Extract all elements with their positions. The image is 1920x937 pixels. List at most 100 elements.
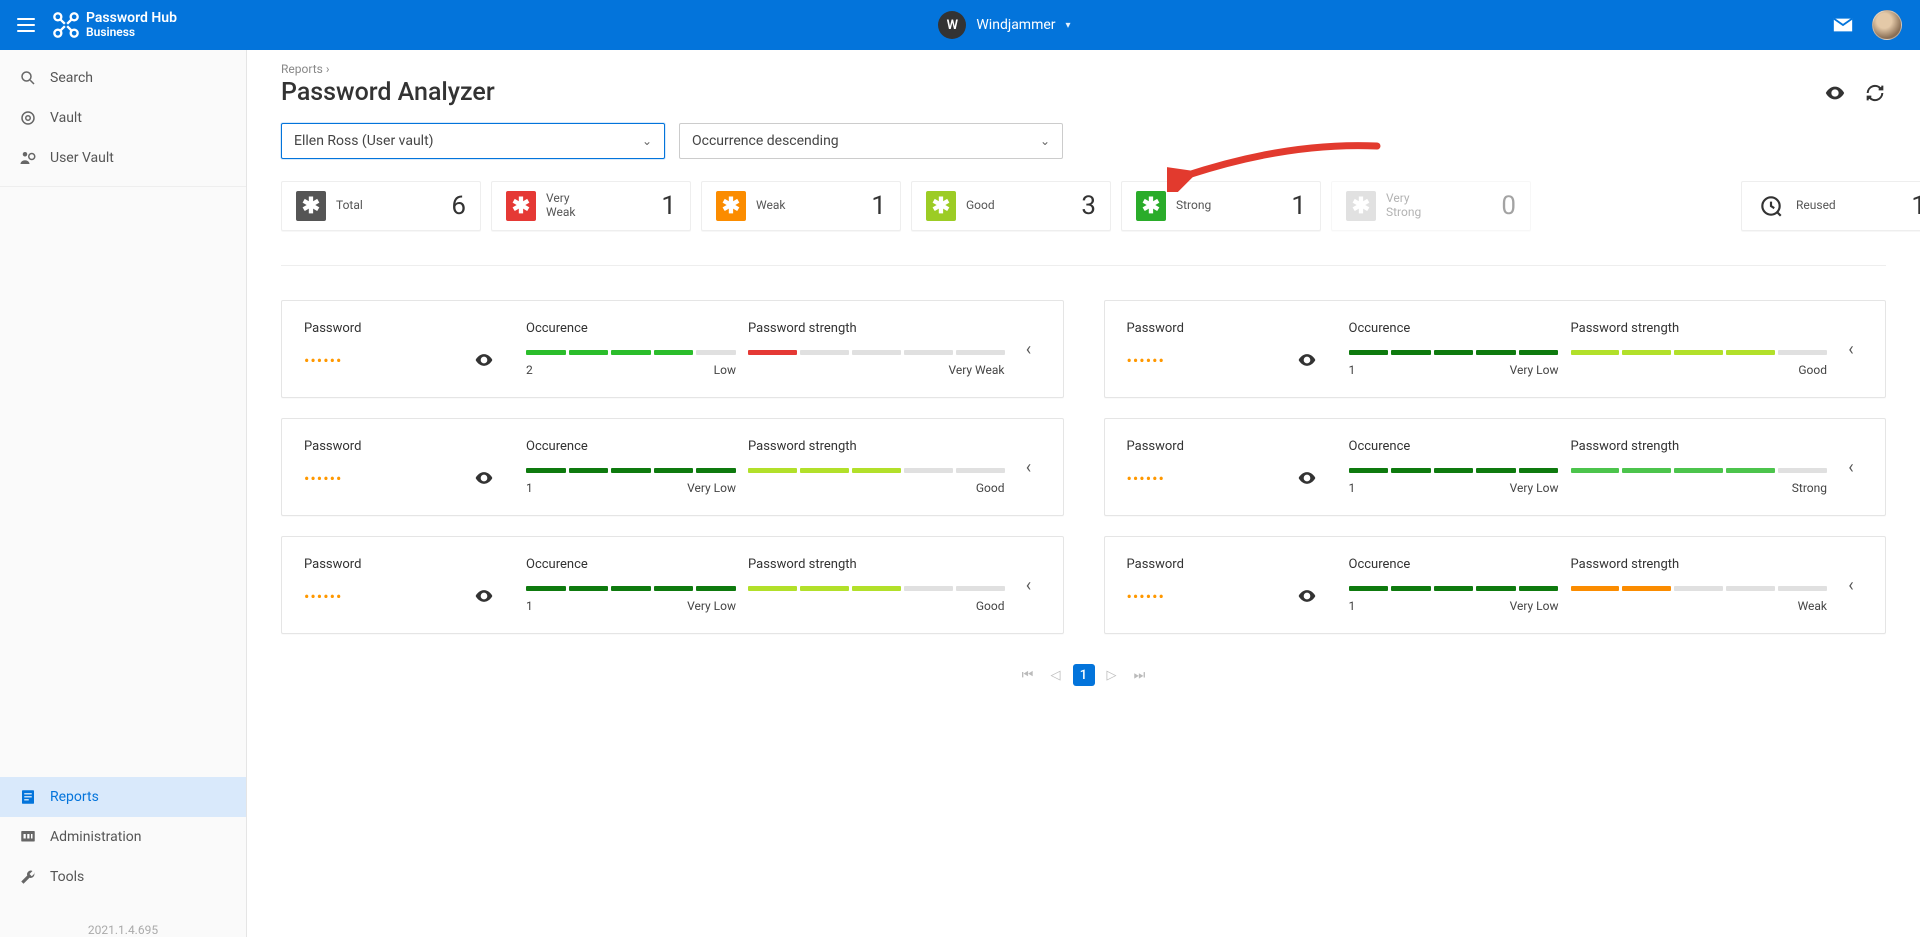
tile-very-weak[interactable]: ✱VeryWeak1 — [491, 181, 691, 231]
version-label: 2021.1.4.695 — [0, 923, 246, 937]
sidebar-item-search-icon — [18, 68, 38, 88]
sidebar-item-reports[interactable]: Reports — [0, 777, 246, 817]
sidebar-item-search[interactable]: Search — [0, 58, 246, 98]
card-label-occurrence: Occurence — [1349, 321, 1559, 336]
tile-label: VeryStrong — [1386, 192, 1491, 220]
hub-icon — [52, 11, 80, 39]
tile-label: Weak — [756, 199, 861, 213]
expand-card-icon[interactable]: ‹ — [1017, 575, 1041, 596]
password-card: Password••••••Occurence1Very LowPassword… — [1104, 536, 1887, 634]
strength-label: Weak — [1798, 599, 1827, 613]
main-content: Reports › Password Analyzer Ellen Ross (… — [247, 50, 1920, 937]
masked-password: •••••• — [304, 469, 342, 488]
user-avatar[interactable] — [1872, 10, 1902, 40]
sidebar-item-label: User Vault — [50, 150, 114, 166]
expand-card-icon[interactable]: ‹ — [1839, 457, 1863, 478]
expand-card-icon[interactable]: ‹ — [1839, 575, 1863, 596]
masked-password: •••••• — [304, 351, 342, 370]
visibility-icon[interactable] — [1824, 82, 1846, 104]
tile-strong[interactable]: ✱Strong1 — [1121, 181, 1321, 231]
reveal-password-icon[interactable] — [474, 350, 494, 370]
expand-card-icon[interactable]: ‹ — [1017, 457, 1041, 478]
card-label-occurrence: Occurence — [1349, 557, 1559, 572]
sidebar-item-administration-icon — [18, 827, 38, 847]
card-label-occurrence: Occurence — [526, 557, 736, 572]
tile-very-strong[interactable]: ✱VeryStrong0 — [1331, 181, 1531, 231]
occurrence-count: 1 — [1349, 363, 1356, 377]
card-label-strength: Password strength — [1571, 321, 1828, 336]
sidebar: Search Vault User Vault Reports Administrat… — [0, 50, 247, 937]
breadcrumb-reports[interactable]: Reports — [281, 62, 323, 76]
refresh-icon[interactable] — [1864, 82, 1886, 104]
page-prev[interactable]: ◁ — [1045, 664, 1067, 686]
brand-logo[interactable]: Password Hub Business — [52, 11, 177, 39]
sidebar-item-label: Vault — [50, 110, 82, 126]
asterisk-icon: ✱ — [506, 191, 536, 221]
reveal-password-icon[interactable] — [474, 586, 494, 606]
occurrence-label: Very Low — [1510, 599, 1559, 613]
reveal-password-icon[interactable] — [1297, 350, 1317, 370]
occurrence-label: Very Low — [687, 481, 736, 495]
workspace-name[interactable]: Windjammer — [976, 17, 1055, 33]
masked-password: •••••• — [1127, 469, 1165, 488]
sidebar-item-administration[interactable]: Administration — [0, 817, 246, 857]
pagination: ⏮ ◁ 1 ▷ ⏭ — [281, 664, 1886, 686]
card-label-password: Password — [1127, 439, 1337, 454]
sidebar-item-reports-icon — [18, 787, 38, 807]
occurrence-count: 1 — [1349, 481, 1356, 495]
sidebar-item-label: Tools — [50, 869, 84, 885]
mail-icon[interactable] — [1832, 14, 1854, 36]
reveal-password-icon[interactable] — [1297, 586, 1317, 606]
sidebar-item-tools-icon — [18, 867, 38, 887]
breadcrumb: Reports › — [281, 62, 1886, 76]
app-header: Password Hub Business W Windjammer ▾ — [0, 0, 1920, 50]
tile-total[interactable]: ✱Total6 — [281, 181, 481, 231]
sidebar-item-label: Administration — [50, 829, 141, 845]
chevron-down-icon[interactable]: ▾ — [1066, 20, 1071, 31]
chevron-down-icon: ⌄ — [1040, 134, 1050, 148]
tile-value: 3 — [1081, 191, 1096, 221]
page-title: Password Analyzer — [281, 78, 1824, 107]
sidebar-item-label: Search — [50, 70, 93, 86]
page-first[interactable]: ⏮ — [1017, 664, 1039, 686]
sort-select[interactable]: Occurrence descending ⌄ — [679, 123, 1063, 159]
sidebar-item-tools[interactable]: Tools — [0, 857, 246, 897]
password-card: Password••••••Occurence1Very LowPassword… — [1104, 300, 1887, 398]
sidebar-item-user-vault[interactable]: User Vault — [0, 138, 246, 178]
masked-password: •••••• — [1127, 587, 1165, 606]
asterisk-icon: ✱ — [1136, 191, 1166, 221]
masked-password: •••••• — [304, 587, 342, 606]
reused-icon — [1756, 191, 1786, 221]
tile-value: 1 — [1911, 191, 1920, 221]
card-label-strength: Password strength — [748, 439, 1005, 454]
card-label-password: Password — [304, 557, 514, 572]
tile-good[interactable]: ✱Good3 — [911, 181, 1111, 231]
strength-label: Very Weak — [948, 363, 1004, 377]
reveal-password-icon[interactable] — [1297, 468, 1317, 488]
menu-toggle[interactable] — [14, 13, 38, 37]
page-last[interactable]: ⏭ — [1129, 664, 1151, 686]
tile-label: VeryWeak — [546, 192, 651, 220]
sidebar-item-vault-icon — [18, 108, 38, 128]
page-current[interactable]: 1 — [1073, 664, 1095, 686]
strength-label: Good — [976, 481, 1005, 495]
sidebar-item-vault[interactable]: Vault — [0, 98, 246, 138]
tile-weak[interactable]: ✱Weak1 — [701, 181, 901, 231]
expand-card-icon[interactable]: ‹ — [1017, 339, 1041, 360]
tile-value: 1 — [871, 191, 886, 221]
brand-line2: Business — [86, 26, 177, 39]
vault-select-value: Ellen Ross (User vault) — [294, 133, 434, 149]
tile-value: 6 — [451, 191, 466, 221]
tile-label: Total — [336, 199, 441, 213]
tile-value: 1 — [1291, 191, 1306, 221]
page-next[interactable]: ▷ — [1101, 664, 1123, 686]
password-card: Password••••••Occurence2LowPassword stre… — [281, 300, 1064, 398]
tile-reused[interactable]: Reused1 — [1741, 181, 1920, 231]
vault-select[interactable]: Ellen Ross (User vault) ⌄ — [281, 123, 665, 159]
reveal-password-icon[interactable] — [474, 468, 494, 488]
occurrence-count: 1 — [526, 599, 533, 613]
strength-label: Strong — [1792, 481, 1827, 495]
card-label-password: Password — [1127, 321, 1337, 336]
expand-card-icon[interactable]: ‹ — [1839, 339, 1863, 360]
card-label-strength: Password strength — [748, 321, 1005, 336]
